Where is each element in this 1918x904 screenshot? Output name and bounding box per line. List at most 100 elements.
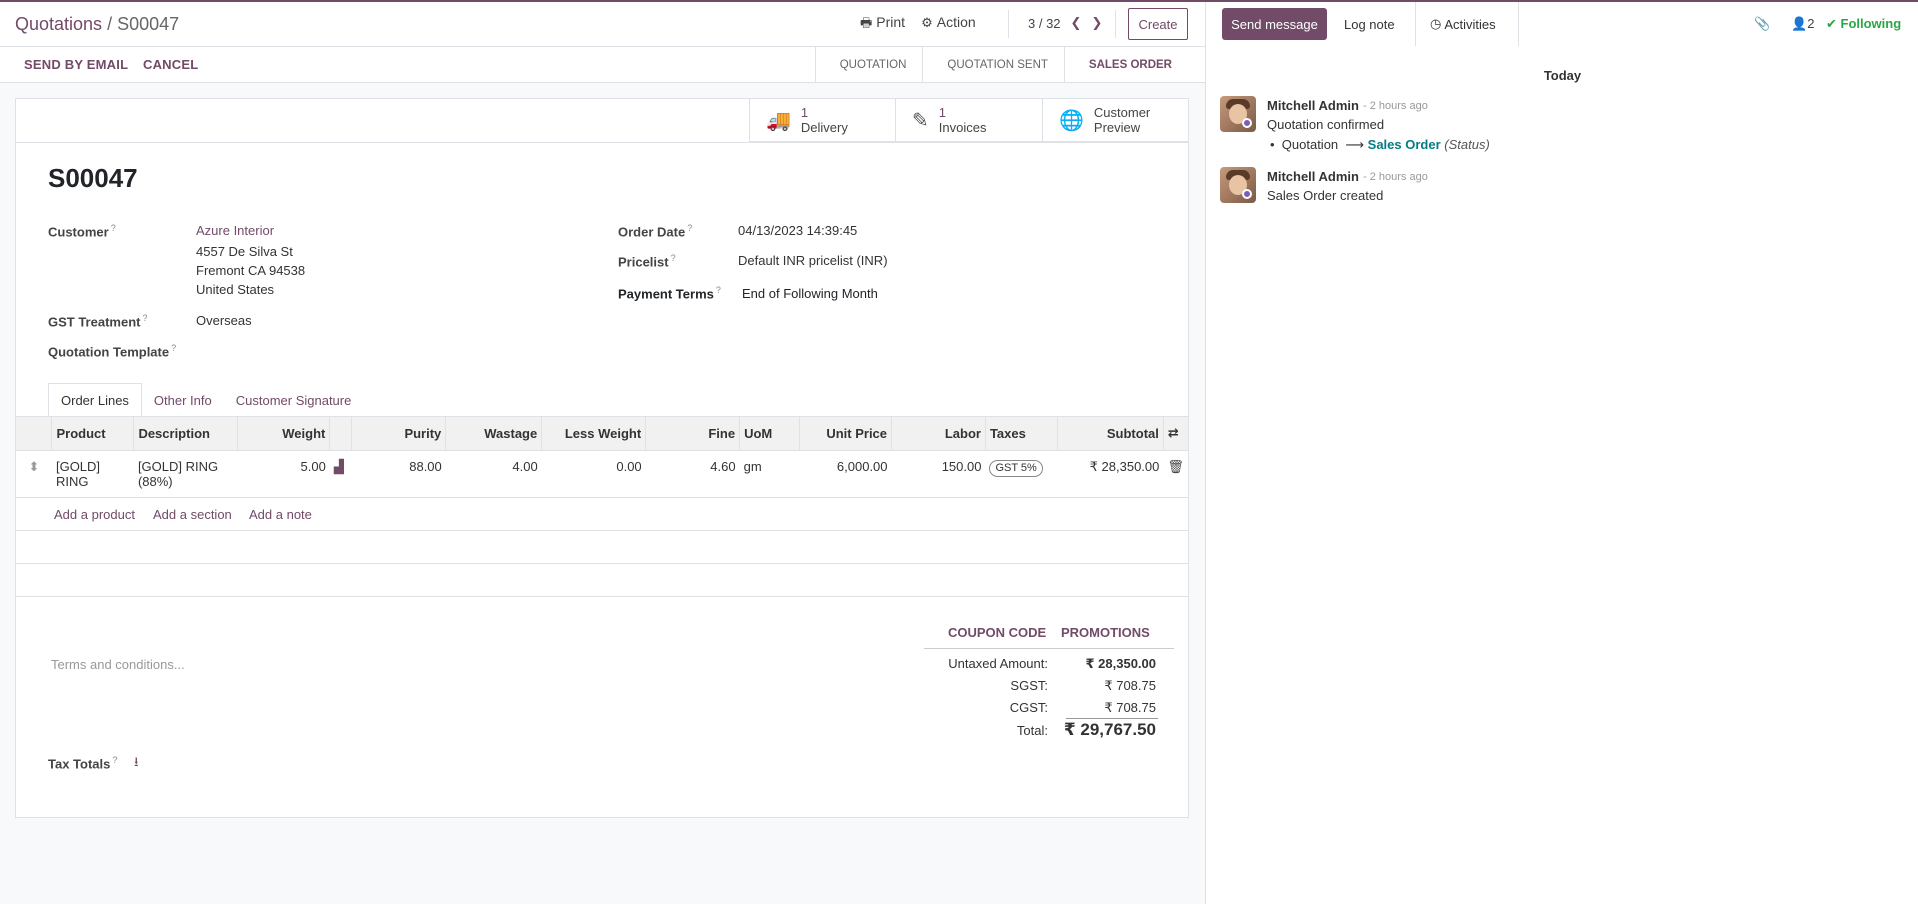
payment-terms-field[interactable]: End of Following Month xyxy=(742,286,878,301)
column-header[interactable]: Weight xyxy=(237,417,331,451)
quotation-template-label: Quotation Template? xyxy=(48,343,177,360)
add-product-link[interactable]: Add a product xyxy=(54,507,135,522)
add-section-link[interactable]: Add a section xyxy=(153,507,232,522)
message-author[interactable]: Mitchell Admin xyxy=(1267,169,1359,184)
activities-button[interactable]: ◷ Activities xyxy=(1430,2,1496,46)
description-cell[interactable]: [GOLD] RING (88%) xyxy=(133,450,238,498)
stage-bar: QUOTATION QUOTATION SENT SALES ORDER xyxy=(814,47,1188,83)
column-header[interactable]: UoM xyxy=(739,417,801,451)
column-header[interactable]: Taxes xyxy=(985,417,1058,451)
log-note-button[interactable]: Log note xyxy=(1344,2,1395,46)
check-icon: ✔ xyxy=(1826,16,1841,31)
column-header[interactable]: Labor xyxy=(891,417,986,451)
presence-indicator xyxy=(1242,189,1252,199)
column-header[interactable]: Unit Price xyxy=(799,417,893,451)
customer-preview-smart-button[interactable]: 🌐 Customer Preview xyxy=(1042,99,1188,142)
form-sheet: 🚚 1 Delivery ✎ 1 Invoices 🌐 Customer Previe… xyxy=(15,98,1189,818)
forecast-header xyxy=(329,417,353,451)
message-author[interactable]: Mitchell Admin xyxy=(1267,98,1359,113)
table-row[interactable]: ⬍ [GOLD] RING [GOLD] RING (88%) 5.00 ▟ 8… xyxy=(16,450,1188,498)
column-header[interactable]: Product xyxy=(51,417,135,451)
following-button[interactable]: ✔ Following xyxy=(1826,16,1901,32)
customer-field[interactable]: Azure Interior xyxy=(196,223,274,238)
pricelist-label: Pricelist? xyxy=(618,253,676,270)
invoices-label: Invoices xyxy=(938,120,987,135)
divider xyxy=(1066,718,1158,719)
gear-icon: ⚙ xyxy=(921,15,933,30)
total-label: Total: xyxy=(1016,723,1048,738)
paperclip-icon[interactable]: 📎 xyxy=(1754,16,1770,32)
weight-cell[interactable]: 5.00 xyxy=(237,450,330,498)
divider xyxy=(1415,2,1416,46)
message-time: - 2 hours ago xyxy=(1363,171,1428,183)
promotions-button[interactable]: PROMOTIONS xyxy=(1061,625,1150,640)
action-button[interactable]: ⚙ Action xyxy=(921,14,976,36)
column-header[interactable]: Fine xyxy=(645,417,741,451)
send-by-email-button[interactable]: SEND BY EMAIL xyxy=(24,57,128,72)
activities-label: Activities xyxy=(1444,16,1496,32)
chart-area-icon[interactable]: ▟ xyxy=(329,450,352,498)
pricelist-field[interactable]: Default INR pricelist (INR) xyxy=(738,253,888,268)
address-line: Fremont CA 94538 xyxy=(196,263,306,278)
unit-price-cell[interactable]: 6,000.00 xyxy=(799,450,892,498)
optional-columns-icon[interactable]: ⇄ xyxy=(1163,417,1188,451)
chevron-right-icon[interactable]: ❯ xyxy=(1091,15,1102,31)
print-button[interactable]: 🖶 Print xyxy=(860,14,905,36)
tab-customer-signature[interactable]: Customer Signature xyxy=(224,383,364,417)
following-label: Following xyxy=(1840,16,1902,31)
subtotal-cell: ₹ 28,350.00 xyxy=(1057,450,1164,498)
tax-badge: GST 5% xyxy=(989,459,1043,477)
column-header[interactable]: Wastage xyxy=(445,417,543,451)
payment-terms-label: Payment Terms? xyxy=(618,285,721,302)
terms-input[interactable]: Terms and conditions... xyxy=(51,657,185,672)
tracking-value: • Quotation ⟶ Sales Order (Status) xyxy=(1270,137,1490,153)
avatar[interactable] xyxy=(1220,167,1256,203)
send-message-button[interactable]: Send message xyxy=(1222,8,1327,40)
invoices-smart-button[interactable]: ✎ 1 Invoices xyxy=(895,99,1042,142)
uom-cell[interactable]: gm xyxy=(739,450,800,498)
coupon-code-button[interactable]: COUPON CODE xyxy=(948,625,1046,640)
message-body: Quotation confirmed xyxy=(1267,117,1385,132)
column-header[interactable]: Description xyxy=(133,417,239,451)
divider xyxy=(1518,2,1519,46)
edit-icon: ✎ xyxy=(912,109,929,132)
order-date-label: Order Date? xyxy=(618,223,693,240)
chevron-left-icon[interactable]: ❮ xyxy=(1071,15,1082,31)
bullet: • xyxy=(1270,137,1282,152)
address-line: 4557 De Silva St xyxy=(196,244,293,259)
followers-button[interactable]: 👤2 xyxy=(1791,16,1814,32)
purity-cell[interactable]: 88.00 xyxy=(351,450,446,498)
product-cell[interactable]: [GOLD] RING xyxy=(51,450,134,498)
tab-other-info[interactable]: Other Info xyxy=(142,383,224,417)
order-date-field[interactable]: 04/13/2023 14:39:45 xyxy=(738,223,857,238)
fine-cell[interactable]: 4.60 xyxy=(645,450,740,498)
gst-treatment-field[interactable]: Overseas xyxy=(196,313,252,328)
tax-totals-label: Tax Totals? xyxy=(48,755,118,772)
column-header[interactable]: Purity xyxy=(351,417,447,451)
stage-quotation[interactable]: QUOTATION xyxy=(814,47,923,83)
taxes-cell[interactable]: GST 5% xyxy=(985,450,1058,498)
create-button[interactable]: Create xyxy=(1128,8,1188,40)
add-note-link[interactable]: Add a note xyxy=(249,507,312,522)
less-weight-cell[interactable]: 0.00 xyxy=(541,450,646,498)
download-icon[interactable]: ⭳ xyxy=(134,753,139,775)
column-header[interactable]: Subtotal xyxy=(1057,417,1164,451)
stage-quotation-sent[interactable]: QUOTATION SENT xyxy=(922,47,1064,83)
tab-order-lines[interactable]: Order Lines xyxy=(48,383,142,417)
delivery-smart-button[interactable]: 🚚 1 Delivery xyxy=(749,99,895,142)
avatar[interactable] xyxy=(1220,96,1256,132)
wastage-cell[interactable]: 4.00 xyxy=(445,450,542,498)
column-header[interactable]: Less Weight xyxy=(541,417,647,451)
pager-value[interactable]: 3 / 32 xyxy=(1028,16,1061,31)
invoices-count: 1 xyxy=(938,105,946,120)
labor-cell[interactable]: 150.00 xyxy=(891,450,986,498)
breadcrumb-quotations[interactable]: Quotations xyxy=(15,14,102,34)
chatter-panel: Send message Log note ◷ Activities 📎 👤2 ✔… xyxy=(1205,2,1918,904)
gst-treatment-label: GST Treatment? xyxy=(48,313,148,330)
tracking-field: (Status) xyxy=(1444,137,1490,152)
drag-handle-icon[interactable]: ⬍ xyxy=(16,450,52,498)
cancel-button[interactable]: CANCEL xyxy=(143,57,198,72)
sgst-value: ₹ 708.75 xyxy=(1104,678,1156,693)
stage-sales-order[interactable]: SALES ORDER xyxy=(1063,47,1188,83)
trash-icon[interactable]: 🗑 xyxy=(1163,450,1188,498)
